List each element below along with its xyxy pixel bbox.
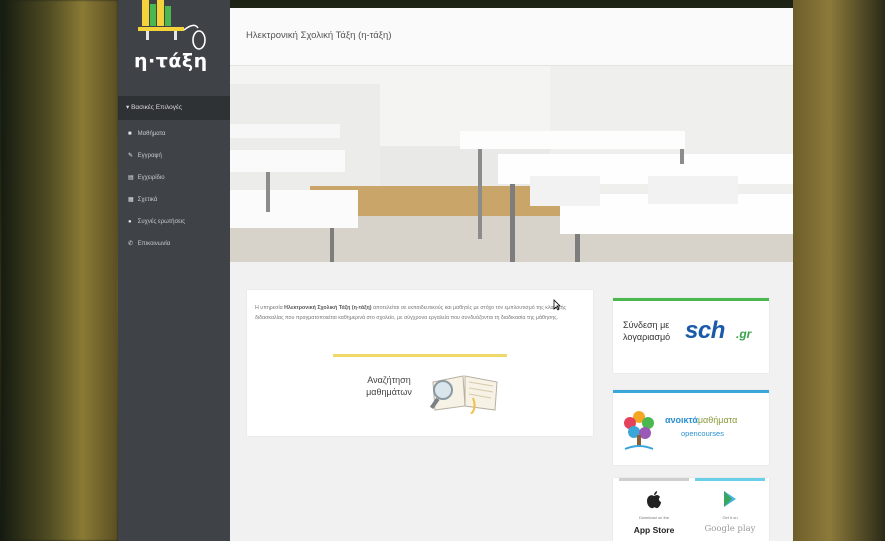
document-icon: ▤ (128, 175, 134, 181)
sidebar-item-courses[interactable]: ■ Μαθήματα (118, 124, 230, 144)
app-store-badge[interactable]: Download on the App Store (619, 478, 689, 541)
sidebar-item-register[interactable]: ✎ Εγγραφή (118, 146, 230, 166)
course-search-label[interactable]: Αναζήτηση μαθημάτων (359, 374, 419, 398)
mouse-cursor-icon (553, 299, 561, 311)
sidebar-item-label: Εγγραφή (137, 153, 162, 159)
opencourses-title-b: μαθήματα (697, 415, 738, 425)
edit-icon: ✎ (128, 153, 134, 159)
chevron-down-icon: ▾ (126, 104, 130, 111)
apple-icon (647, 491, 661, 509)
opencourses-subtitle: opencourses (681, 429, 724, 438)
opencourses-title-a: ανοικτά (665, 415, 698, 425)
sidebar-item-faq[interactable]: ● Συχνές ερωτήσεις (118, 212, 230, 232)
book-magnifier-icon[interactable] (425, 370, 505, 414)
yellow-divider (333, 354, 507, 357)
opencourses-title: ανοικτάμαθήματα (665, 415, 737, 425)
sch-logo-suffix: .gr (736, 327, 752, 341)
top-header: Ηλεκτρονική Σχολική Τάξη (η-τάξη) (230, 8, 793, 66)
app-store-caption: Download on the (638, 515, 670, 520)
logo-text: η·τάξη (134, 50, 208, 72)
intro-service-name: Ηλεκτρονική Σχολική Τάξη (η-τάξη) (284, 305, 372, 312)
sidebar-item-label: Εγχειρίδιο (137, 175, 165, 181)
sidebar: η·τάξη ▾ Βασικές Επιλογές ■ Μαθήματα ✎ Ε… (118, 0, 230, 541)
intro-paragraph: Η υπηρεσία Ηλεκτρονική Σχολική Τάξη (η-τ… (255, 303, 587, 323)
sidebar-section-header[interactable]: ▾ Βασικές Επιλογές (118, 96, 230, 120)
opencourses-tree-icon (624, 411, 654, 450)
intro-lead: Η υπηρεσία (255, 305, 283, 312)
page-title: Ηλεκτρονική Σχολική Τάξη (η-τάξη) (246, 30, 392, 41)
site-logo[interactable]: η·τάξη (118, 0, 230, 90)
opencourses-card[interactable]: ανοικτάμαθήματα opencourses (613, 390, 769, 465)
sidebar-item-label: Σχετικά (137, 197, 158, 203)
intro-card: Η υπηρεσία Ηλεκτρονική Σχολική Τάξη (η-τ… (247, 290, 593, 436)
sidebar-item-contact[interactable]: ✆ Επικοινωνία (118, 234, 230, 254)
sidebar-item-about[interactable]: ▦ Σχετικά (118, 190, 230, 210)
sch-login-card[interactable]: Σύνδεση με λογαριασμό sch .gr (613, 298, 769, 373)
blurred-background-right (793, 0, 885, 541)
phone-icon: ✆ (128, 241, 134, 247)
book-icon: ■ (128, 131, 132, 137)
google-play-icon (724, 491, 736, 507)
logo-books-mouse-icon (138, 0, 206, 50)
main-content: Ηλεκτρονική Σχολική Τάξη (η-τάξη) Η υπηρ… (230, 8, 793, 541)
sidebar-item-manual[interactable]: ▤ Εγχειρίδιο (118, 168, 230, 188)
sidebar-section-label: Βασικές Επιλογές (131, 104, 183, 111)
google-play-badge[interactable]: Get it on Google play (695, 478, 765, 541)
sch-login-label: Σύνδεση με λογαριασμό (623, 320, 671, 342)
app-stores-card: Download on the App Store Get it on Goog… (613, 478, 769, 541)
question-icon: ● (128, 219, 132, 225)
sidebar-item-label: Μαθήματα (137, 131, 166, 137)
hero-classroom-image (230, 66, 793, 262)
sch-logo: sch (685, 317, 725, 344)
sidebar-item-label: Συχνές ερωτήσεις (137, 219, 186, 225)
google-play-name: Google play (704, 524, 756, 534)
google-play-caption: Get it on (722, 515, 738, 520)
calendar-icon: ▦ (128, 197, 134, 203)
sidebar-item-label: Επικοινωνία (137, 241, 171, 247)
blurred-background-left (0, 0, 118, 541)
app-store-name: App Store (633, 525, 675, 535)
